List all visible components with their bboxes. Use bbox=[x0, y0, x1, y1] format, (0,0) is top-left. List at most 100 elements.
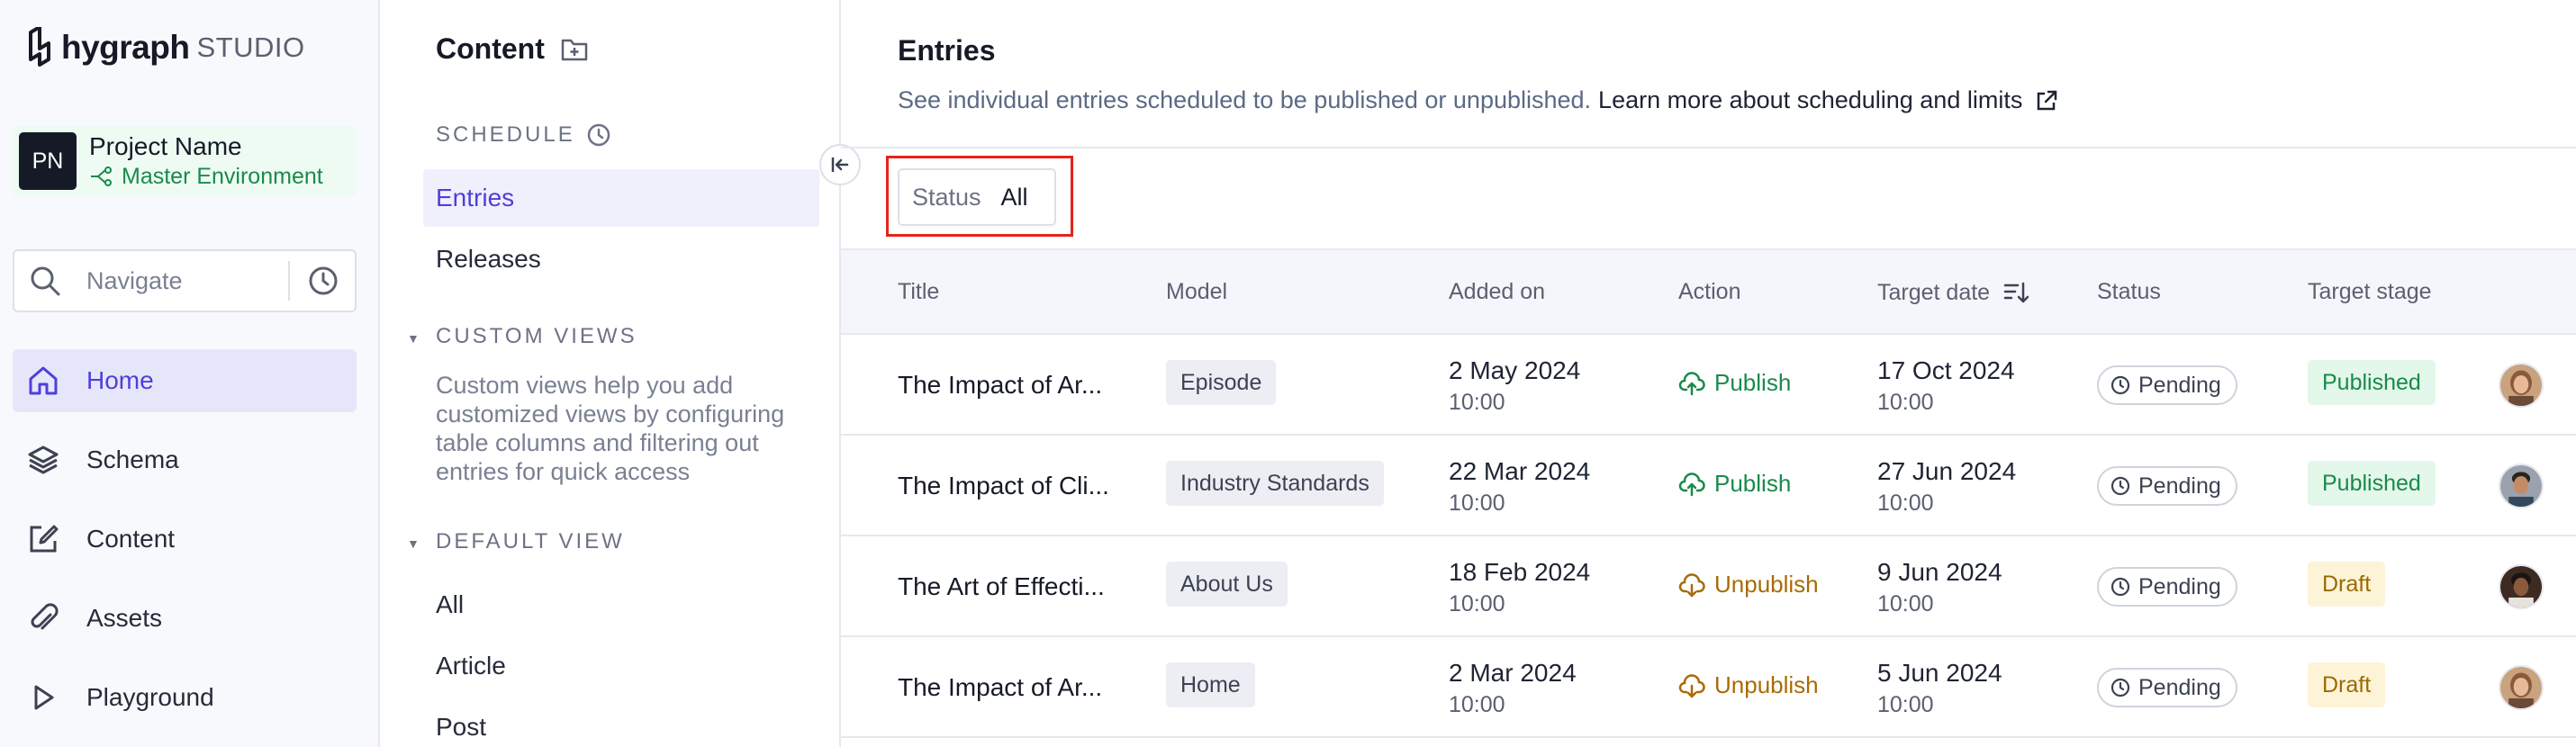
model-badge: Home bbox=[1166, 662, 1255, 707]
brand-name: hygraph bbox=[61, 29, 190, 66]
column-target-date[interactable]: Target date bbox=[1877, 279, 2029, 306]
avatar[interactable] bbox=[2499, 665, 2544, 710]
added-date: 2 May 2024 bbox=[1449, 356, 1581, 384]
brand-studio: STUDIO bbox=[196, 32, 305, 63]
description-text: See individual entries scheduled to be p… bbox=[898, 86, 1592, 113]
clock-icon bbox=[587, 123, 610, 147]
model-badge: About Us bbox=[1166, 562, 1288, 607]
learn-more-link[interactable]: Learn more about scheduling and limits bbox=[1598, 86, 2022, 114]
nav-item-home[interactable]: Home bbox=[13, 349, 357, 412]
entry-title[interactable]: The Impact of Ar... bbox=[898, 673, 1102, 702]
custom-views-description: Custom views help you add customized vie… bbox=[436, 372, 785, 485]
nav-item-label: Playground bbox=[86, 683, 214, 711]
main-content: Entries See individual entries scheduled… bbox=[841, 0, 2576, 747]
default-view-heading[interactable]: DEFAULT VIEW bbox=[436, 529, 625, 554]
action-unpublish: Unpublish bbox=[1678, 571, 1819, 598]
avatar[interactable] bbox=[2499, 464, 2544, 508]
history-clock-icon[interactable] bbox=[308, 266, 339, 296]
status-label: Pending bbox=[2138, 573, 2221, 599]
status-filter[interactable]: Status All bbox=[898, 168, 1056, 226]
column-action[interactable]: Action bbox=[1678, 279, 1740, 305]
table-row[interactable]: The Art of Effecti... About Us 18 Feb 20… bbox=[841, 536, 2576, 637]
clock-icon bbox=[2111, 678, 2130, 698]
nav-item-playground[interactable]: Playground bbox=[13, 666, 357, 729]
nav-item-content[interactable]: Content bbox=[13, 508, 357, 571]
collapse-caret-icon[interactable]: ▼ bbox=[407, 536, 420, 551]
target-date: 9 Jun 2024 10:00 bbox=[1877, 556, 2002, 619]
status-label: Pending bbox=[2138, 674, 2221, 700]
status-filter-value: All bbox=[1000, 183, 1028, 211]
status-label: Pending bbox=[2138, 372, 2221, 398]
project-avatar: PN bbox=[19, 132, 77, 190]
nav-item-schema[interactable]: Schema bbox=[13, 428, 357, 491]
entry-title[interactable]: The Impact of Ar... bbox=[898, 371, 1102, 400]
target-date-value: 27 Jun 2024 bbox=[1877, 457, 2017, 485]
nav-item-label: Schema bbox=[86, 446, 179, 473]
target-date: 27 Jun 2024 10:00 bbox=[1877, 455, 2016, 518]
nav-item-label: Assets bbox=[86, 604, 163, 632]
external-link-icon[interactable] bbox=[2035, 89, 2058, 112]
action-publish: Publish bbox=[1678, 470, 1791, 498]
user-avatar-image bbox=[2500, 465, 2542, 507]
entry-title[interactable]: The Impact of Cli... bbox=[898, 472, 1109, 500]
schedule-section-heading: SCHEDULE bbox=[436, 122, 611, 148]
project-name: Project Name bbox=[89, 132, 242, 160]
target-date-value: 17 Oct 2024 bbox=[1877, 356, 2015, 384]
sidebar-item-releases[interactable]: Releases bbox=[423, 230, 819, 288]
column-title[interactable]: Title bbox=[898, 279, 939, 305]
action-label: Publish bbox=[1714, 369, 1792, 396]
navigate-search[interactable]: Navigate bbox=[13, 249, 357, 312]
column-target-stage[interactable]: Target stage bbox=[2308, 279, 2432, 305]
header-divider bbox=[841, 147, 2576, 148]
nav-item-assets[interactable]: Assets bbox=[13, 587, 357, 650]
column-target-date-label: Target date bbox=[1877, 279, 1991, 305]
clock-icon bbox=[2111, 375, 2130, 395]
sidebar-item-all[interactable]: All bbox=[423, 576, 819, 634]
custom-views-heading[interactable]: CUSTOM VIEWS bbox=[436, 324, 637, 349]
status-badge: Pending bbox=[2097, 668, 2237, 707]
target-time-value: 10:00 bbox=[1877, 692, 1934, 717]
target-time-value: 10:00 bbox=[1877, 490, 1934, 516]
added-time: 10:00 bbox=[1449, 490, 1505, 516]
avatar[interactable] bbox=[2499, 363, 2544, 408]
nav-item-label: Home bbox=[86, 366, 154, 394]
play-icon bbox=[34, 685, 54, 710]
project-switcher[interactable]: PN Project Name Master Environment bbox=[13, 126, 357, 196]
content-sidebar: Content SCHEDULE Entries Releases ▼ CUST… bbox=[380, 0, 841, 747]
search-icon bbox=[31, 266, 60, 296]
added-date: 18 Feb 2024 bbox=[1449, 558, 1591, 586]
stage-badge: Published bbox=[2308, 461, 2436, 506]
target-date-value: 5 Jun 2024 bbox=[1877, 659, 2002, 687]
schedule-heading-label: SCHEDULE bbox=[436, 122, 575, 147]
page-description: See individual entries scheduled to be p… bbox=[898, 86, 2058, 114]
action-publish: Publish bbox=[1678, 369, 1791, 397]
edit-icon bbox=[30, 525, 59, 553]
status-filter-label: Status bbox=[912, 183, 981, 211]
logo[interactable]: hygraph STUDIO bbox=[27, 27, 305, 68]
column-added-on[interactable]: Added on bbox=[1449, 279, 1545, 305]
user-avatar-image bbox=[2500, 667, 2542, 708]
target-date: 17 Oct 2024 10:00 bbox=[1877, 355, 2015, 418]
table-row[interactable]: The Impact of Ar... Episode 2 May 2024 1… bbox=[841, 335, 2576, 436]
table-header: Title Model Added on Action Target date … bbox=[841, 248, 2576, 335]
status-badge: Pending bbox=[2097, 365, 2237, 405]
avatar[interactable] bbox=[2499, 564, 2544, 609]
table-row[interactable]: The Impact of Cli... Industry Standards … bbox=[841, 436, 2576, 536]
table-row[interactable]: The Impact of Ar... Home 2 Mar 2024 10:0… bbox=[841, 637, 2576, 738]
sidebar-item-entries[interactable]: Entries bbox=[423, 169, 819, 227]
sidebar-title: Content bbox=[436, 32, 545, 65]
page-title: Entries bbox=[898, 34, 996, 67]
entry-title[interactable]: The Art of Effecti... bbox=[898, 572, 1105, 601]
column-status[interactable]: Status bbox=[2097, 279, 2161, 305]
column-model[interactable]: Model bbox=[1166, 279, 1227, 305]
add-folder-icon[interactable] bbox=[561, 37, 588, 62]
collapse-caret-icon[interactable]: ▼ bbox=[407, 331, 420, 346]
home-icon bbox=[29, 366, 58, 395]
sort-descending-icon[interactable] bbox=[2002, 279, 2029, 306]
added-date: 22 Mar 2024 bbox=[1449, 457, 1591, 485]
navigate-label: Navigate bbox=[86, 266, 183, 294]
paperclip-icon bbox=[31, 603, 59, 630]
sidebar-item-article[interactable]: Article bbox=[423, 637, 819, 695]
stage-badge: Published bbox=[2308, 360, 2436, 405]
sidebar-item-post[interactable]: Post bbox=[423, 698, 819, 747]
